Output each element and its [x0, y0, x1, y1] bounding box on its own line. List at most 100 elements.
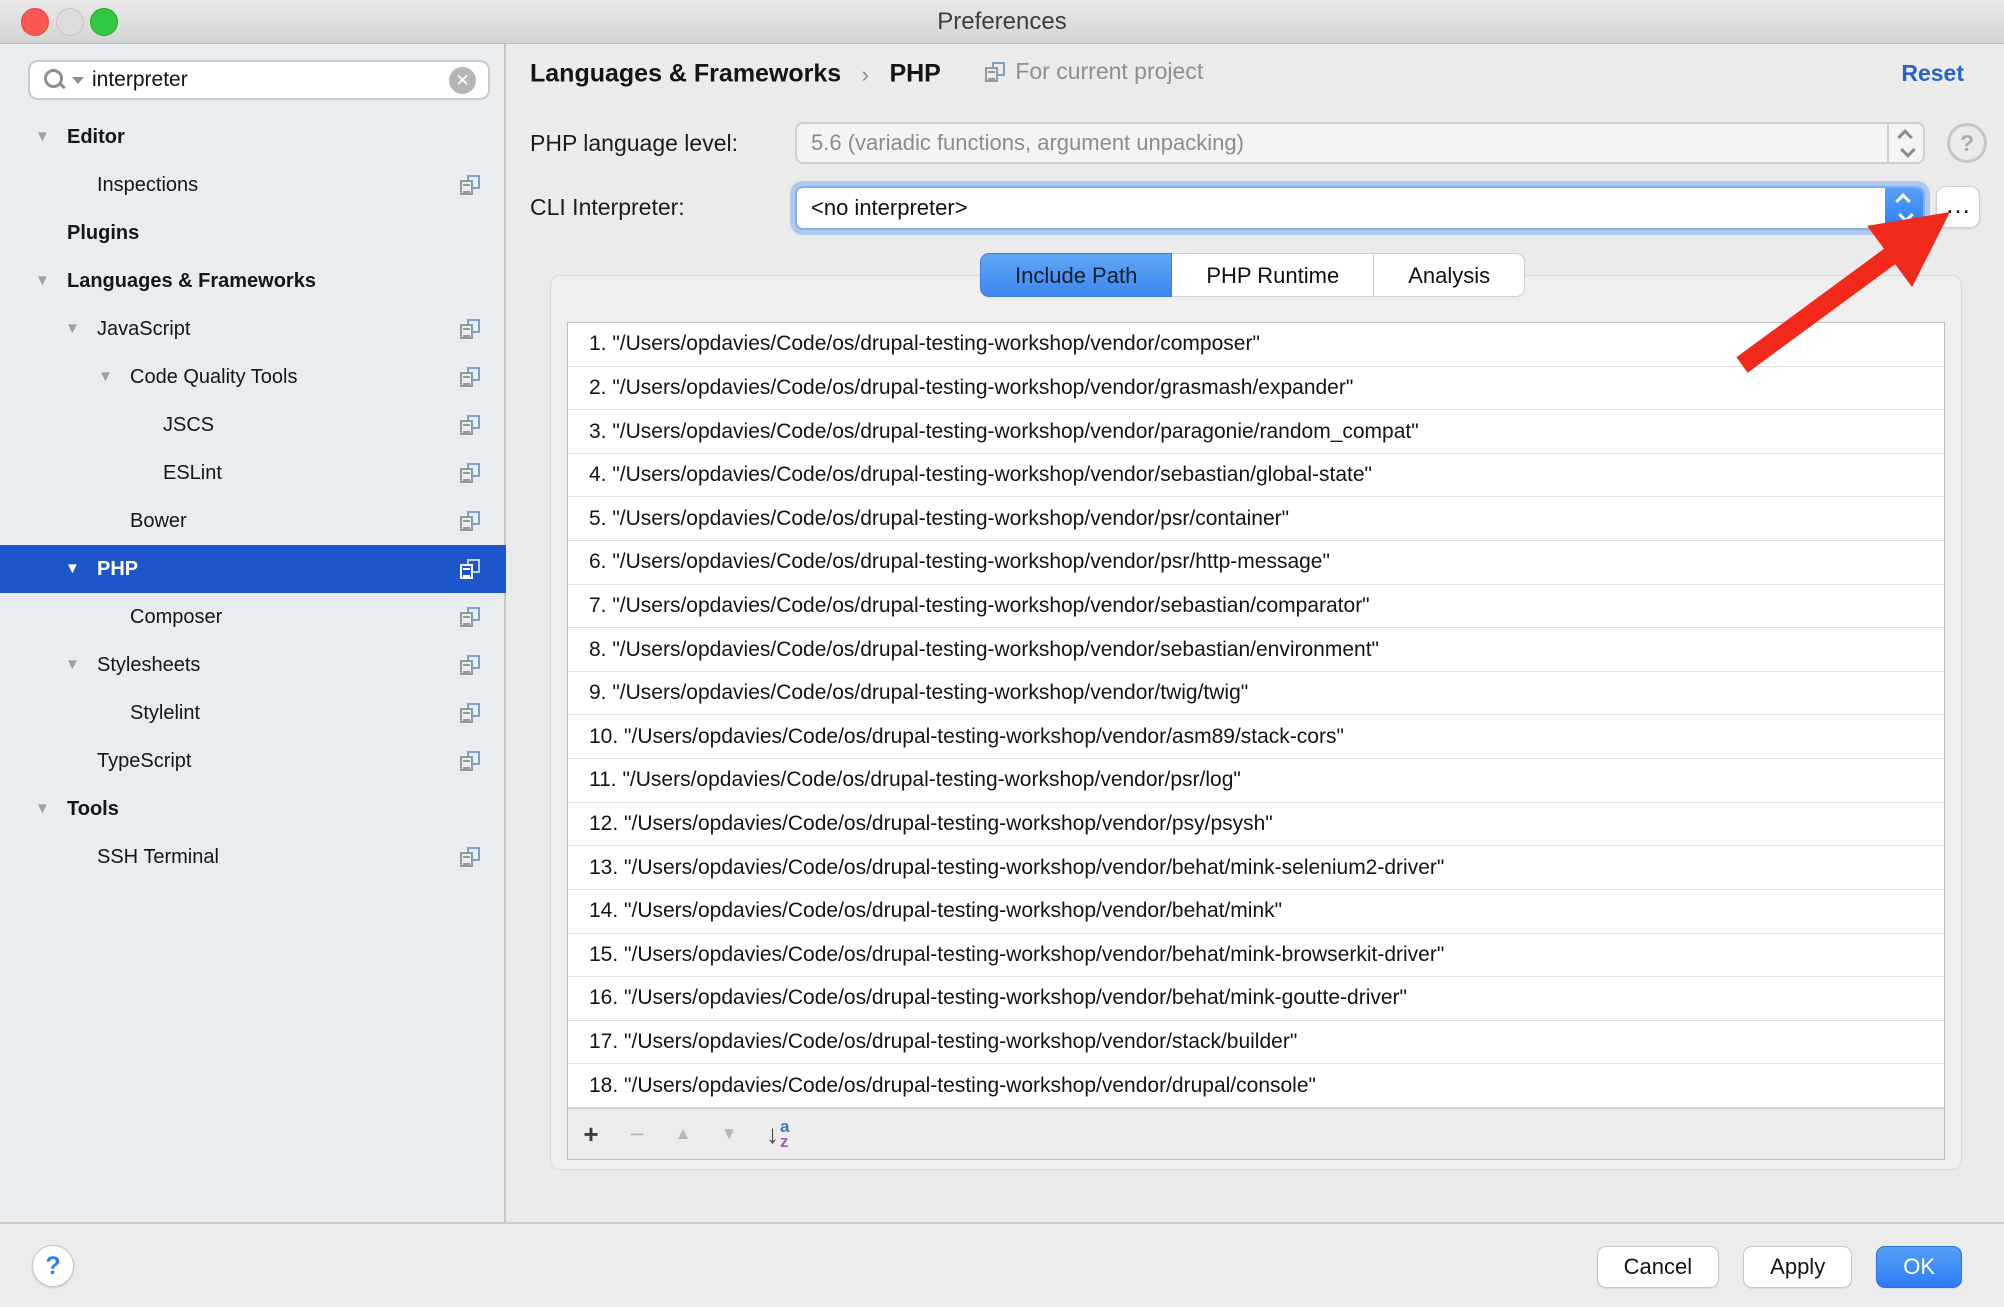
include-path-list: 1. "/Users/opdavies/Code/os/drupal-testi… — [568, 323, 1944, 1108]
sidebar-item-stylelint[interactable]: Stylelint — [0, 689, 506, 737]
expand-collapse-icon[interactable]: ▼ — [65, 545, 80, 593]
move-up-button: ▲ — [660, 1109, 706, 1159]
sort-arrow-icon: ↓ — [766, 1119, 779, 1150]
expand-collapse-icon[interactable]: ▼ — [98, 353, 113, 401]
project-settings-icon — [460, 655, 480, 675]
expand-collapse-icon[interactable]: ▼ — [35, 257, 50, 305]
settings-search-input[interactable]: interpreter ✕ — [28, 60, 490, 100]
tab-php-runtime[interactable]: PHP Runtime — [1172, 253, 1374, 297]
project-settings-icon — [460, 751, 480, 771]
sidebar-item-languages-frameworks[interactable]: ▼ Languages & Frameworks — [0, 257, 506, 305]
tab-analysis[interactable]: Analysis — [1374, 253, 1525, 297]
tab-include-path[interactable]: Include Path — [980, 253, 1172, 297]
breadcrumb-php: PHP — [889, 60, 940, 88]
search-query-text[interactable]: interpreter — [92, 68, 449, 92]
project-settings-icon — [460, 319, 480, 339]
project-settings-icon — [460, 607, 480, 627]
cli-interpreter-value: <no interpreter> — [797, 195, 1885, 221]
include-path-row[interactable]: 8. "/Users/opdavies/Code/os/drupal-testi… — [568, 628, 1944, 672]
sidebar-item-stylesheets[interactable]: ▼ Stylesheets — [0, 641, 506, 689]
expand-collapse-icon[interactable]: ▼ — [65, 305, 80, 353]
sidebar-item-label: Inspections — [97, 161, 198, 209]
sidebar-item-composer[interactable]: Composer — [0, 593, 506, 641]
include-path-row[interactable]: 1. "/Users/opdavies/Code/os/drupal-testi… — [568, 323, 1944, 367]
sidebar-item-label: JavaScript — [97, 305, 190, 353]
sidebar-item-tools[interactable]: ▼Tools — [0, 785, 506, 833]
sidebar-item-typescript[interactable]: TypeScript — [0, 737, 506, 785]
sidebar-item-label: Composer — [130, 593, 222, 641]
include-path-row[interactable]: 10. "/Users/opdavies/Code/os/drupal-test… — [568, 715, 1944, 759]
project-settings-icon — [460, 703, 480, 723]
language-level-help-button[interactable]: ? — [1947, 123, 1987, 163]
sidebar-item-plugins[interactable]: Plugins — [0, 209, 506, 257]
include-path-row[interactable]: 12. "/Users/opdavies/Code/os/drupal-test… — [568, 803, 1944, 847]
sidebar-item-editor[interactable]: ▼ Editor — [0, 113, 506, 161]
language-level-value: 5.6 (variadic functions, argument unpack… — [797, 130, 1887, 156]
sidebar-item-ssh-terminal[interactable]: SSH Terminal — [0, 833, 506, 881]
breadcrumb-separator: › — [862, 62, 869, 87]
include-path-row[interactable]: 6. "/Users/opdavies/Code/os/drupal-testi… — [568, 541, 1944, 585]
include-path-row[interactable]: 4. "/Users/opdavies/Code/os/drupal-testi… — [568, 454, 1944, 498]
include-path-row[interactable]: 18. "/Users/opdavies/Code/os/drupal-test… — [568, 1064, 1944, 1108]
sidebar-item-label: Stylelint — [130, 689, 200, 737]
sidebar-item-label: TypeScript — [97, 737, 191, 785]
sidebar-item-inspections[interactable]: Inspections — [0, 161, 506, 209]
sidebar-item-jscs[interactable]: JSCS — [0, 401, 506, 449]
include-path-row[interactable]: 5. "/Users/opdavies/Code/os/drupal-testi… — [568, 497, 1944, 541]
include-path-row[interactable]: 13. "/Users/opdavies/Code/os/drupal-test… — [568, 846, 1944, 890]
sidebar-item-label: Editor — [67, 113, 125, 161]
cli-interpreter-label: CLI Interpreter: — [530, 194, 685, 221]
scope-indicator: For current project — [985, 58, 1203, 85]
sidebar-item-label: ESLint — [163, 449, 222, 497]
include-path-row[interactable]: 2. "/Users/opdavies/Code/os/drupal-testi… — [568, 367, 1944, 411]
include-path-row[interactable]: 7. "/Users/opdavies/Code/os/drupal-testi… — [568, 585, 1944, 629]
sidebar-item-code-quality-tools[interactable]: ▼ Code Quality Tools — [0, 353, 506, 401]
sidebar-item-bower[interactable]: Bower — [0, 497, 506, 545]
cli-interpreter-browse-button[interactable]: … — [1936, 186, 1980, 228]
reset-link[interactable]: Reset — [1901, 60, 1964, 87]
ok-button[interactable]: OK — [1876, 1246, 1962, 1288]
language-level-select[interactable]: 5.6 (variadic functions, argument unpack… — [795, 122, 1925, 164]
breadcrumb-languages-frameworks[interactable]: Languages & Frameworks — [530, 60, 841, 88]
sidebar-item-javascript[interactable]: ▼ JavaScript — [0, 305, 506, 353]
page-header: Languages & Frameworks › PHP For current… — [530, 58, 1964, 98]
title-bar: Preferences — [0, 0, 2004, 44]
search-options-caret-icon[interactable] — [72, 77, 84, 84]
scope-label: For current project — [1015, 58, 1203, 85]
add-button[interactable]: + — [568, 1109, 614, 1159]
sort-alphabetically-button[interactable]: ↓az — [766, 1119, 789, 1150]
dialog-footer: ? Cancel Apply OK — [0, 1222, 2004, 1307]
php-settings-tabs: Include PathPHP RuntimeAnalysis — [980, 253, 1525, 297]
help-button[interactable]: ? — [32, 1245, 74, 1287]
sidebar-item-label: Plugins — [67, 209, 139, 257]
sidebar-item-label: Code Quality Tools — [130, 353, 298, 401]
include-path-row[interactable]: 16. "/Users/opdavies/Code/os/drupal-test… — [568, 977, 1944, 1021]
apply-button[interactable]: Apply — [1743, 1246, 1852, 1288]
include-path-row[interactable]: 11. "/Users/opdavies/Code/os/drupal-test… — [568, 759, 1944, 803]
project-settings-icon — [460, 559, 480, 579]
include-path-row[interactable]: 14. "/Users/opdavies/Code/os/drupal-test… — [568, 890, 1944, 934]
cancel-button[interactable]: Cancel — [1597, 1246, 1719, 1288]
clear-search-button[interactable]: ✕ — [449, 67, 476, 94]
expand-collapse-icon[interactable]: ▼ — [35, 785, 50, 833]
sidebar-item-label: JSCS — [163, 401, 214, 449]
settings-sidebar: interpreter ✕ ▼EditorInspectionsPlugins▼… — [0, 44, 506, 1222]
cli-interpreter-select[interactable]: <no interpreter> — [795, 186, 1925, 230]
expand-collapse-icon[interactable]: ▼ — [35, 113, 50, 161]
settings-tree: ▼EditorInspectionsPlugins▼Languages & Fr… — [0, 113, 504, 881]
language-level-label: PHP language level: — [530, 130, 738, 157]
sidebar-item-label: PHP — [97, 545, 138, 593]
sidebar-item-php[interactable]: ▼ PHP — [0, 545, 506, 593]
include-path-row[interactable]: 3. "/Users/opdavies/Code/os/drupal-testi… — [568, 410, 1944, 454]
include-path-row[interactable]: 17. "/Users/opdavies/Code/os/drupal-test… — [568, 1021, 1944, 1065]
sidebar-item-label: Stylesheets — [97, 641, 200, 689]
list-toolbar: +−▲▼↓az — [568, 1108, 1944, 1159]
cli-interpreter-stepper-icon[interactable] — [1885, 188, 1923, 228]
include-path-row[interactable]: 15. "/Users/opdavies/Code/os/drupal-test… — [568, 934, 1944, 978]
expand-collapse-icon[interactable]: ▼ — [65, 641, 80, 689]
include-path-row[interactable]: 9. "/Users/opdavies/Code/os/drupal-testi… — [568, 672, 1944, 716]
sidebar-item-label: Languages & Frameworks — [67, 257, 316, 305]
project-settings-icon — [985, 62, 1005, 82]
language-level-stepper-icon[interactable] — [1887, 124, 1923, 162]
sidebar-item-eslint[interactable]: ESLint — [0, 449, 506, 497]
